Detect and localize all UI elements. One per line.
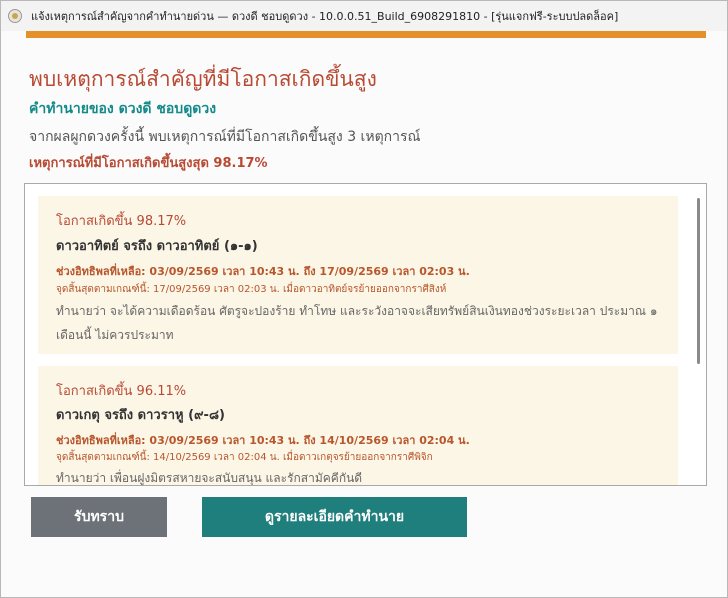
scrollbar-thumb[interactable] xyxy=(697,198,700,364)
event-period: ช่วงอิทธิพลที่เหลือ: 03/09/2569 เวลา 10:… xyxy=(56,434,470,447)
alert-window: แจ้งเหตุการณ์สำคัญจากคำทำนายด่วน — ดวงดี… xyxy=(0,0,728,598)
event-card: โอกาสเกิดขึ้น 98.17% ดาวอาทิตย์ จรถึง ดา… xyxy=(38,196,678,354)
window-title: แจ้งเหตุการณ์สำคัญจากคำทำนายด่วน — ดวงดี… xyxy=(31,10,619,23)
accent-bar xyxy=(26,31,706,38)
highest-probability: เหตุการณ์ที่มีโอกาสเกิดขึ้นสูงสุด 98.17% xyxy=(29,156,268,171)
event-planets: ดาวอาทิตย์ จรถึง ดาวอาทิตย์ (๑-๑) xyxy=(56,239,258,254)
summary-text: จากผลผูกดวงครั้งนี้ พบเหตุการณ์ที่มีโอกา… xyxy=(29,129,421,145)
event-period: ช่วงอิทธิพลที่เหลือ: 03/09/2569 เวลา 10:… xyxy=(56,265,470,278)
page-title: พบเหตุการณ์สำคัญที่มีโอกาสเกิดขึ้นสูง xyxy=(29,67,377,91)
event-probability: โอกาสเกิดขึ้น 98.17% xyxy=(56,214,187,229)
event-end-criteria: จุดสิ้นสุดตามเกณฑ์นี้: 17/09/2569 เวลา 0… xyxy=(56,284,447,295)
event-probability: โอกาสเกิดขึ้น 96.11% xyxy=(56,384,187,399)
title-bar[interactable]: แจ้งเหตุการณ์สำคัญจากคำทำนายด่วน — ดวงดี… xyxy=(1,1,727,31)
event-prediction: ทำนายว่า จะได้ความเดือดร้อน ศัตรูจะปองร้… xyxy=(56,304,658,342)
prediction-owner: คำทำนายของ ดวงดี ชอบดูดวง xyxy=(29,101,217,117)
acknowledge-button[interactable]: รับทราบ xyxy=(31,497,167,537)
event-prediction: ทำนายว่า เพื่อนฝูงมิตรสหายจะสนับสนุน และ… xyxy=(56,471,363,485)
event-end-criteria: จุดสิ้นสุดตามเกณฑ์นี้: 14/10/2569 เวลา 0… xyxy=(56,452,433,463)
event-list-content: โอกาสเกิดขึ้น 98.17% ดาวอาทิตย์ จรถึง ดา… xyxy=(25,184,693,485)
app-logo-icon xyxy=(8,9,22,23)
view-details-button[interactable]: ดูรายละเอียดคำทำนาย xyxy=(202,497,467,537)
event-list[interactable]: โอกาสเกิดขึ้น 98.17% ดาวอาทิตย์ จรถึง ดา… xyxy=(24,183,707,486)
event-planets: ดาวเกตุ จรถึง ดาวราหู (๙-๘) xyxy=(56,408,225,423)
event-card: โอกาสเกิดขึ้น 96.11% ดาวเกตุ จรถึง ดาวรา… xyxy=(38,366,678,485)
